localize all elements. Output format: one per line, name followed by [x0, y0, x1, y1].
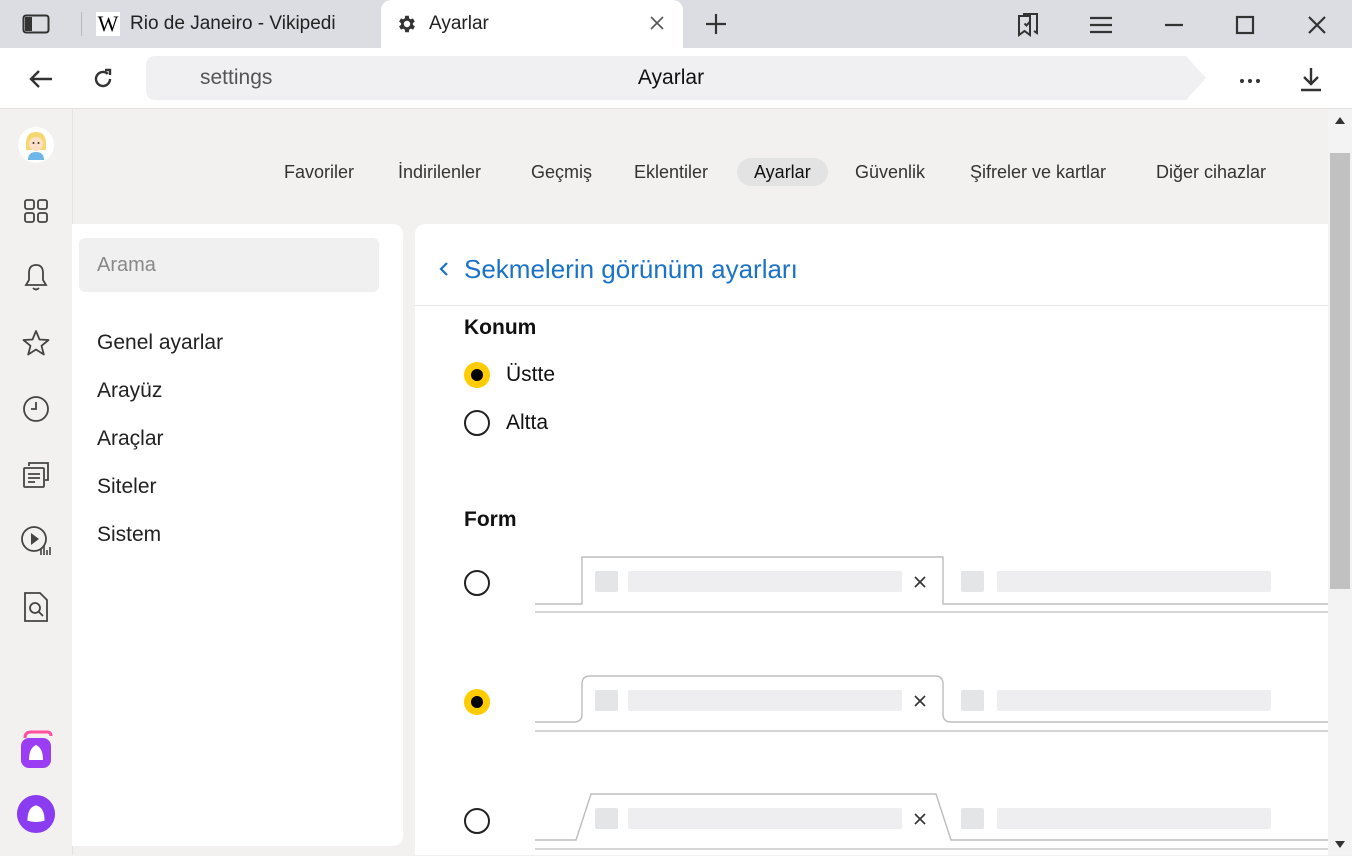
radio-top[interactable] — [464, 362, 490, 388]
chevron-left-icon — [436, 261, 452, 277]
tab-wikipedia[interactable]: W Rio de Janeiro - Vikipedi — [82, 0, 380, 48]
close-icon[interactable] — [647, 13, 667, 33]
scroll-up-icon[interactable] — [1333, 114, 1347, 126]
address-page-title: Ayarlar — [637, 66, 705, 89]
star-icon[interactable] — [16, 323, 56, 363]
position-title: Konum — [464, 316, 537, 339]
radio-bottom[interactable] — [464, 410, 490, 436]
reload-button[interactable] — [88, 64, 118, 94]
alice-app-icon[interactable] — [16, 730, 56, 770]
radio-shape-rounded[interactable] — [464, 689, 490, 715]
scrollbar-thumb[interactable] — [1330, 153, 1350, 589]
nav-downloads[interactable]: İndirilenler — [381, 158, 498, 186]
nav-settings[interactable]: Ayarlar — [737, 158, 828, 186]
menu-sites[interactable]: Siteler — [97, 475, 157, 499]
nav-history[interactable]: Geçmiş — [514, 158, 609, 186]
wikipedia-favicon: W — [96, 11, 120, 36]
menu-button[interactable] — [1087, 12, 1115, 38]
video-icon[interactable] — [16, 521, 56, 561]
minimize-button[interactable] — [1160, 12, 1188, 38]
settings-content — [415, 224, 1328, 855]
search-doc-icon[interactable] — [16, 587, 56, 627]
back-to-settings-link[interactable]: Sekmelerin görünüm ayarları — [436, 254, 856, 284]
nav-other-devices[interactable]: Diğer cihazlar — [1139, 158, 1283, 186]
menu-tools[interactable]: Araçlar — [97, 427, 164, 451]
download-icon — [1299, 66, 1323, 92]
tab-shape-preview-rounded — [535, 675, 1328, 738]
tab-settings[interactable]: Ayarlar — [381, 0, 683, 48]
minimize-icon — [1164, 23, 1184, 27]
tab-shape-preview-rectangular — [535, 556, 1328, 619]
clock-icon[interactable] — [16, 389, 56, 429]
window-close-button[interactable] — [1303, 12, 1331, 38]
plus-icon — [705, 13, 727, 35]
back-button[interactable] — [26, 64, 56, 94]
notes-icon[interactable] — [16, 455, 56, 495]
sidebar-toggle-icon[interactable] — [20, 12, 52, 36]
maximize-icon — [1235, 15, 1255, 35]
position-option-top[interactable]: Üstte — [464, 362, 555, 388]
settings-search-input[interactable]: Arama — [79, 238, 379, 292]
scroll-down-icon[interactable] — [1333, 838, 1347, 850]
page-title: Sekmelerin görünüm ayarları — [464, 253, 798, 284]
nav-favorites[interactable]: Favoriler — [267, 158, 371, 186]
tab-shape-preview-trapezoid — [535, 793, 1328, 856]
position-option-bottom[interactable]: Altta — [464, 410, 548, 436]
tab-title: Ayarlar — [429, 13, 489, 34]
radio-shape-trapezoid[interactable] — [464, 808, 490, 834]
bell-icon[interactable] — [16, 257, 56, 297]
alice-icon[interactable] — [16, 794, 56, 834]
profile-avatar[interactable] — [16, 125, 56, 165]
more-icon — [1239, 78, 1261, 84]
downloads-button[interactable] — [1296, 64, 1326, 94]
divider — [415, 305, 1328, 306]
tab-title: Rio de Janeiro - Vikipedi — [130, 13, 336, 34]
grid-icon[interactable] — [16, 191, 56, 231]
bookmarks-button[interactable] — [1013, 10, 1043, 40]
more-button[interactable] — [1234, 66, 1266, 96]
nav-passwords[interactable]: Şifreler ve kartlar — [953, 158, 1123, 186]
nav-security[interactable]: Güvenlik — [838, 158, 942, 186]
nav-extensions[interactable]: Eklentiler — [617, 158, 725, 186]
search-placeholder: Arama — [97, 254, 156, 276]
radio-top-label: Üstte — [506, 363, 556, 386]
maximize-button[interactable] — [1231, 12, 1259, 38]
bookmarks-icon — [1015, 12, 1041, 38]
menu-interface[interactable]: Arayüz — [97, 379, 162, 403]
new-tab-button[interactable] — [702, 10, 730, 38]
radio-shape-rectangular[interactable] — [464, 570, 490, 596]
address-bar[interactable]: settings Ayarlar — [146, 56, 1206, 100]
gear-icon — [395, 12, 419, 36]
menu-system[interactable]: Sistem — [97, 523, 161, 547]
radio-bottom-label: Altta — [506, 411, 549, 434]
shape-title: Form — [464, 508, 517, 531]
back-icon — [29, 69, 53, 89]
close-icon — [1308, 16, 1326, 34]
menu-icon — [1089, 16, 1113, 34]
menu-general[interactable]: Genel ayarlar — [97, 331, 223, 355]
reload-icon — [92, 68, 114, 90]
